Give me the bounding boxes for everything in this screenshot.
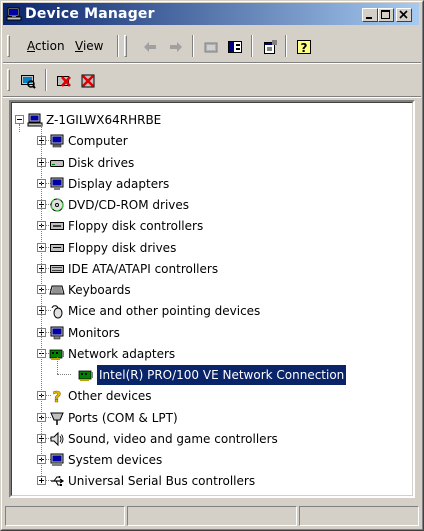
- mouse-icon: [51, 305, 63, 319]
- show-hide-tree-button[interactable]: [224, 37, 246, 57]
- question-mark-icon: ?: [52, 388, 62, 404]
- computer-icon: [50, 134, 64, 148]
- menu-action[interactable]: Action: [27, 39, 65, 53]
- separator: [251, 35, 253, 57]
- toolbar-divider: [3, 62, 421, 64]
- network-card-icon: [78, 370, 93, 381]
- separator: [285, 35, 287, 57]
- status-panel: [5, 506, 125, 526]
- separator: [45, 69, 47, 91]
- keyboard-icon: [49, 285, 65, 295]
- properties-button[interactable]: [259, 37, 281, 57]
- system-device-icon: [50, 453, 64, 466]
- menu-action-rest: ction: [35, 39, 65, 53]
- scan-hardware-button[interactable]: [17, 71, 39, 91]
- forward-icon: [170, 42, 182, 52]
- usb-icon: [51, 476, 65, 487]
- tree-node-label: DVD/CD-ROM drives: [68, 198, 190, 212]
- menu-grip[interactable]: [7, 35, 10, 57]
- toolbar-divider: [3, 96, 421, 98]
- separator: [117, 35, 119, 57]
- tree-node-label: Computer: [68, 134, 128, 149]
- maximize-button[interactable]: [378, 8, 394, 22]
- show-hide-tree-icon: [228, 41, 242, 53]
- tree-node-label: Intel(R) PRO/100 VE Network Connection: [95, 364, 348, 386]
- uninstall-button[interactable]: [53, 71, 75, 91]
- minimize-button[interactable]: [362, 8, 378, 22]
- device-tree[interactable]: Z-1GILWX64RHRBE Computer Disk drives Displa…: [9, 100, 415, 498]
- device-manager-window: Device Manager Action View ? Z-1GILWX64R…: [0, 0, 424, 531]
- svg-text:?: ?: [301, 41, 308, 55]
- close-icon: [399, 10, 408, 19]
- dvd-drive-icon: [50, 198, 64, 212]
- disable-device-button[interactable]: [77, 71, 99, 91]
- menu-view-rest: iew: [82, 39, 104, 53]
- properties-icon: [264, 40, 277, 54]
- title-bar[interactable]: Device Manager: [3, 3, 419, 25]
- close-button[interactable]: [396, 8, 412, 22]
- tree-node-label: System devices: [68, 453, 163, 467]
- separator: [192, 35, 194, 57]
- port-icon: [50, 412, 64, 425]
- action-toolbar: [5, 65, 419, 95]
- status-panel: [127, 506, 297, 526]
- status-bar: [5, 506, 419, 526]
- ide-controller-icon: [50, 264, 64, 273]
- floppy-controller-icon: [50, 222, 64, 231]
- tree-node-label: Keyboards: [68, 283, 131, 297]
- expand-toggle[interactable]: [37, 476, 46, 486]
- tree-node-label: Mice and other pointing devices: [68, 304, 261, 319]
- help-button[interactable]: ?: [293, 37, 315, 57]
- status-panel: [299, 506, 419, 526]
- back-button[interactable]: [139, 37, 161, 57]
- tree-node-label: Ports (COM & LPT): [68, 410, 178, 425]
- menu-toolbar: Action View ?: [5, 31, 419, 61]
- tree-connector: [19, 124, 21, 132]
- display-adapter-icon: [50, 177, 64, 190]
- maximize-icon: [381, 10, 390, 19]
- tree-node-label: Display adapters: [68, 176, 170, 191]
- floppy-drive-icon: [50, 243, 64, 252]
- minimize-icon: [366, 17, 372, 19]
- disk-drive-icon: [50, 159, 64, 167]
- collapse-toggle[interactable]: [15, 115, 24, 124]
- help-icon: ?: [297, 40, 311, 55]
- tree-node-label: Network adapters: [68, 346, 176, 361]
- device-manager-icon: [6, 7, 22, 21]
- tree-node-label: Monitors: [68, 325, 120, 340]
- tree-connector: [57, 374, 71, 376]
- tree-node-label: Sound, video and game controllers: [68, 431, 278, 446]
- tree-node-label: Floppy disk drives: [68, 240, 177, 255]
- tree-node-label: Z-1GILWX64RHRBE: [46, 113, 162, 127]
- tree-node-label: Floppy disk controllers: [68, 219, 204, 234]
- back-icon: [144, 42, 156, 52]
- scan-hardware-icon: [21, 75, 36, 89]
- tree-connector: [41, 124, 43, 477]
- tree-connector: [57, 357, 59, 374]
- disable-device-icon: [81, 74, 95, 88]
- menu-view[interactable]: View: [75, 39, 103, 53]
- window-title: Device Manager: [25, 6, 155, 22]
- monitor-icon: [50, 326, 64, 339]
- forward-button[interactable]: [165, 37, 187, 57]
- tree-node-label: Other devices: [68, 389, 152, 404]
- toolbar-grip[interactable]: [124, 35, 127, 57]
- action-toolbar-grip[interactable]: [7, 69, 10, 91]
- sound-icon: [50, 431, 64, 446]
- uninstall-icon: [57, 76, 71, 87]
- svg-text:?: ?: [53, 388, 62, 404]
- up-level-icon: [204, 42, 218, 53]
- tree-node-label: IDE ATA/ATAPI controllers: [68, 261, 219, 276]
- up-level-button[interactable]: [200, 37, 222, 57]
- tree-node-label: Disk drives: [68, 155, 135, 170]
- tree-node-label: Universal Serial Bus controllers: [68, 474, 256, 489]
